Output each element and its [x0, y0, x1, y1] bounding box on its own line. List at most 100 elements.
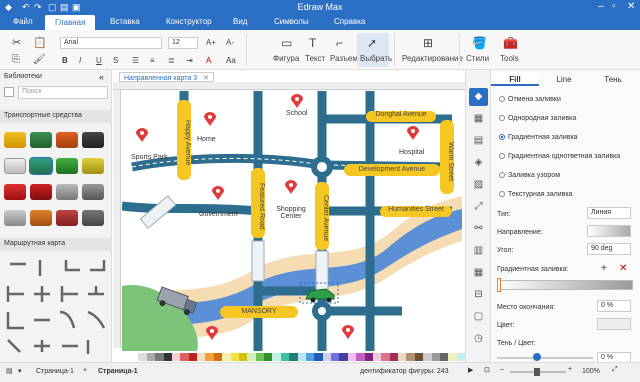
option-single-gradient[interactable]: Градиентная однответная заливка — [499, 153, 620, 160]
vehicle-tile[interactable] — [30, 210, 52, 226]
copy-icon[interactable]: ⎘ — [12, 54, 20, 65]
location-pin-icon[interactable] — [291, 94, 303, 108]
bullets-icon[interactable]: ☰ — [132, 56, 139, 65]
text-icon[interactable]: T — [309, 36, 316, 50]
indent-icon[interactable]: ⇥ — [186, 56, 193, 65]
numbering-icon[interactable]: ≡ — [150, 56, 155, 65]
collapse-panel-icon[interactable]: « — [99, 72, 104, 82]
library-toggle-icon[interactable] — [4, 87, 14, 97]
place-label-home[interactable]: Home — [197, 136, 216, 143]
bold-icon[interactable]: B — [62, 56, 68, 65]
option-no-fill[interactable]: Отмена заливки — [499, 96, 561, 103]
styles-button[interactable]: Стили — [466, 54, 489, 63]
place-label-shopping-center[interactable]: Shopping Center — [274, 206, 308, 220]
tab-line[interactable]: Line — [539, 72, 589, 86]
location-pin-icon[interactable] — [204, 112, 216, 126]
vehicle-tile[interactable] — [29, 157, 53, 175]
section-route-map[interactable]: Маршрутная карта — [0, 238, 112, 251]
tab-fill[interactable]: Fill — [491, 72, 539, 86]
zoom-slider-thumb[interactable] — [534, 368, 540, 376]
place-label-hospital[interactable]: Hospital — [399, 149, 424, 156]
place-label-sports-park[interactable]: Sports Park — [131, 154, 168, 161]
menu-insert[interactable]: Вставка — [110, 17, 140, 26]
fullscreen-icon[interactable]: ⤢ — [612, 366, 618, 374]
road-label-development-avenue[interactable]: Development Avenue — [344, 164, 440, 176]
shrink-font-icon[interactable]: A- — [226, 38, 234, 47]
vehicle-tile[interactable] — [30, 184, 52, 200]
layers-icon[interactable]: ◈ — [472, 157, 485, 169]
vehicle-tile[interactable] — [82, 210, 104, 226]
menu-home[interactable]: Главная — [45, 15, 96, 30]
gradient-stop-handle[interactable] — [497, 278, 501, 292]
shade-slider-thumb[interactable] — [533, 353, 541, 361]
end-position-input[interactable]: 0 % — [597, 300, 631, 312]
page-prev-icon[interactable]: ▾ — [18, 367, 22, 375]
road-label-donghai-avenue[interactable]: Donghai Avenue — [366, 111, 436, 122]
play-icon[interactable]: ▶ — [468, 366, 473, 374]
menu-design[interactable]: Конструктор — [166, 17, 212, 26]
road-label-featured-road[interactable]: Featured Road — [251, 168, 265, 238]
table-icon[interactable]: ▦ — [472, 267, 485, 279]
zoom-level[interactable]: 100% — [582, 368, 600, 375]
road-label-warm-street[interactable]: Warm Street — [440, 120, 454, 194]
angle-input[interactable]: 90 deg — [587, 243, 631, 255]
tools-icon[interactable]: 🧰 — [503, 36, 518, 50]
text-button[interactable]: Текст — [305, 54, 325, 63]
shape-icon[interactable]: ▭ — [281, 36, 292, 50]
history-icon[interactable]: ◷ — [472, 333, 485, 345]
page-view-icon[interactable]: ▤ — [6, 367, 13, 375]
zoom-out-icon[interactable]: – — [500, 366, 504, 373]
vehicle-tile[interactable] — [56, 158, 78, 174]
vehicle-tile[interactable] — [30, 132, 52, 148]
figure-button[interactable]: Фигура — [273, 54, 299, 63]
location-pin-icon[interactable] — [212, 186, 224, 200]
close-icon[interactable]: ✕ — [627, 1, 635, 12]
menu-help[interactable]: Справка — [334, 17, 365, 26]
chart-icon[interactable]: ▥ — [472, 245, 485, 257]
edit-icon[interactable]: ⊞ — [423, 36, 433, 50]
strikethrough-icon[interactable]: S — [113, 56, 118, 65]
color-palette[interactable] — [130, 353, 465, 361]
location-pin-icon[interactable] — [342, 325, 354, 339]
paste-icon[interactable]: 📋 — [33, 36, 47, 49]
road-label-mansory[interactable]: MANSORY — [220, 306, 298, 318]
pointer-icon[interactable]: ➚ — [367, 36, 377, 50]
vehicle-tile[interactable] — [82, 158, 104, 174]
font-color-icon[interactable]: A — [206, 56, 211, 65]
tab-shadow[interactable]: Тень — [589, 72, 637, 86]
grow-font-icon[interactable]: A+ — [206, 38, 216, 47]
page-tab-1[interactable]: Страница-1 — [36, 368, 74, 375]
option-pattern-fill[interactable]: Заливка узором — [499, 172, 560, 179]
vehicle-tile[interactable] — [56, 184, 78, 200]
location-pin-icon[interactable] — [206, 326, 218, 340]
road-label-happy-avenue[interactable]: Happy Avenue — [177, 100, 191, 180]
vehicle-tile[interactable] — [4, 210, 26, 226]
vehicle-tile[interactable] — [56, 210, 78, 226]
remove-stop-icon[interactable]: ✕ — [619, 263, 627, 274]
italic-icon[interactable]: I — [79, 56, 81, 65]
edit-button[interactable]: Редактирование — [402, 54, 463, 63]
hyperlink-icon[interactable]: ⚯ — [472, 223, 485, 235]
maximize-icon[interactable]: ▫ — [612, 1, 616, 12]
vehicle-tile[interactable] — [4, 158, 26, 174]
vehicle-tile[interactable] — [4, 184, 26, 200]
underline-icon[interactable]: U — [96, 56, 102, 65]
vehicle-tile[interactable] — [82, 132, 104, 148]
vehicle-tile[interactable] — [56, 132, 78, 148]
shade-slider[interactable] — [497, 357, 593, 359]
add-stop-icon[interactable]: + — [601, 263, 607, 274]
location-pin-icon[interactable] — [407, 126, 419, 140]
menu-file[interactable]: Файл — [13, 17, 33, 26]
road-label-center-avenue[interactable]: Center Avenue — [315, 182, 329, 250]
font-size-select[interactable]: 12 — [168, 37, 198, 49]
cut-icon[interactable]: ✂ — [12, 36, 21, 49]
image-icon[interactable]: ▨ — [472, 179, 485, 191]
place-label-government[interactable]: Government — [199, 211, 238, 218]
styles-icon[interactable]: 🪣 — [472, 36, 487, 50]
vehicle-tile[interactable] — [4, 132, 26, 148]
color-picker[interactable] — [597, 318, 631, 330]
connector-icon[interactable]: ⌐ — [336, 36, 343, 50]
road-label-humanities-street[interactable]: Humanities Street — [380, 206, 452, 217]
gradient-bar[interactable] — [497, 280, 633, 290]
add-page-icon[interactable]: + — [83, 367, 87, 374]
